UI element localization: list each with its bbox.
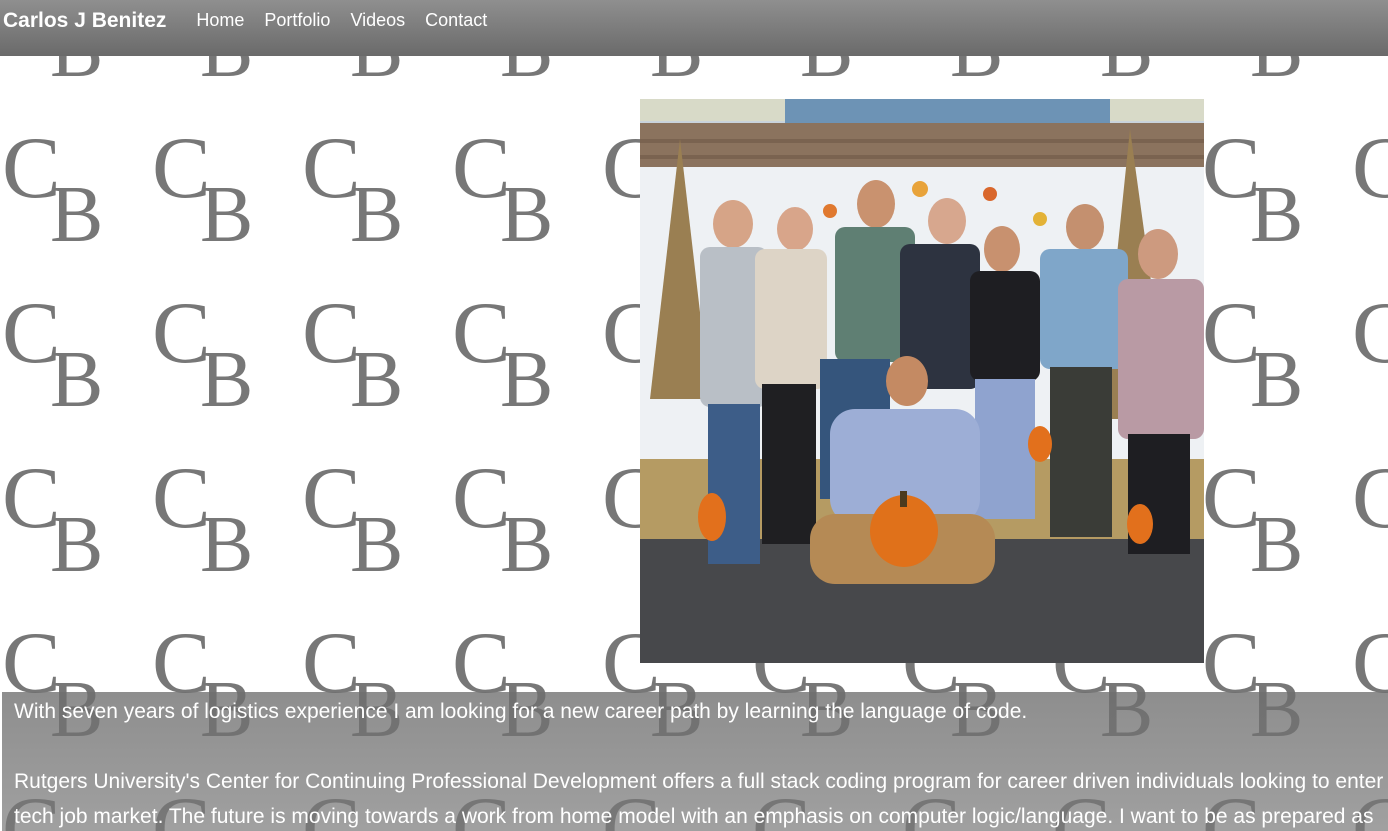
bio-panel: With seven years of logistics experience… [2,692,1388,831]
nav-links: Home Portfolio Videos Contact [196,0,507,31]
nav-link-videos[interactable]: Videos [350,10,405,31]
nav-link-portfolio[interactable]: Portfolio [264,10,330,31]
nav-link-home[interactable]: Home [196,10,244,31]
site-brand[interactable]: Carlos J Benitez [0,0,166,33]
family-photo-illustration [640,99,1204,663]
bio-paragraph-intro: With seven years of logistics experience… [14,700,1028,723]
top-navbar: Carlos J Benitez Home Portfolio Videos C… [0,0,1388,56]
bio-paragraph-rutgers: Rutgers University's Center for Continui… [14,770,1388,828]
nav-link-contact[interactable]: Contact [425,10,487,31]
hero-photo [640,99,1204,663]
